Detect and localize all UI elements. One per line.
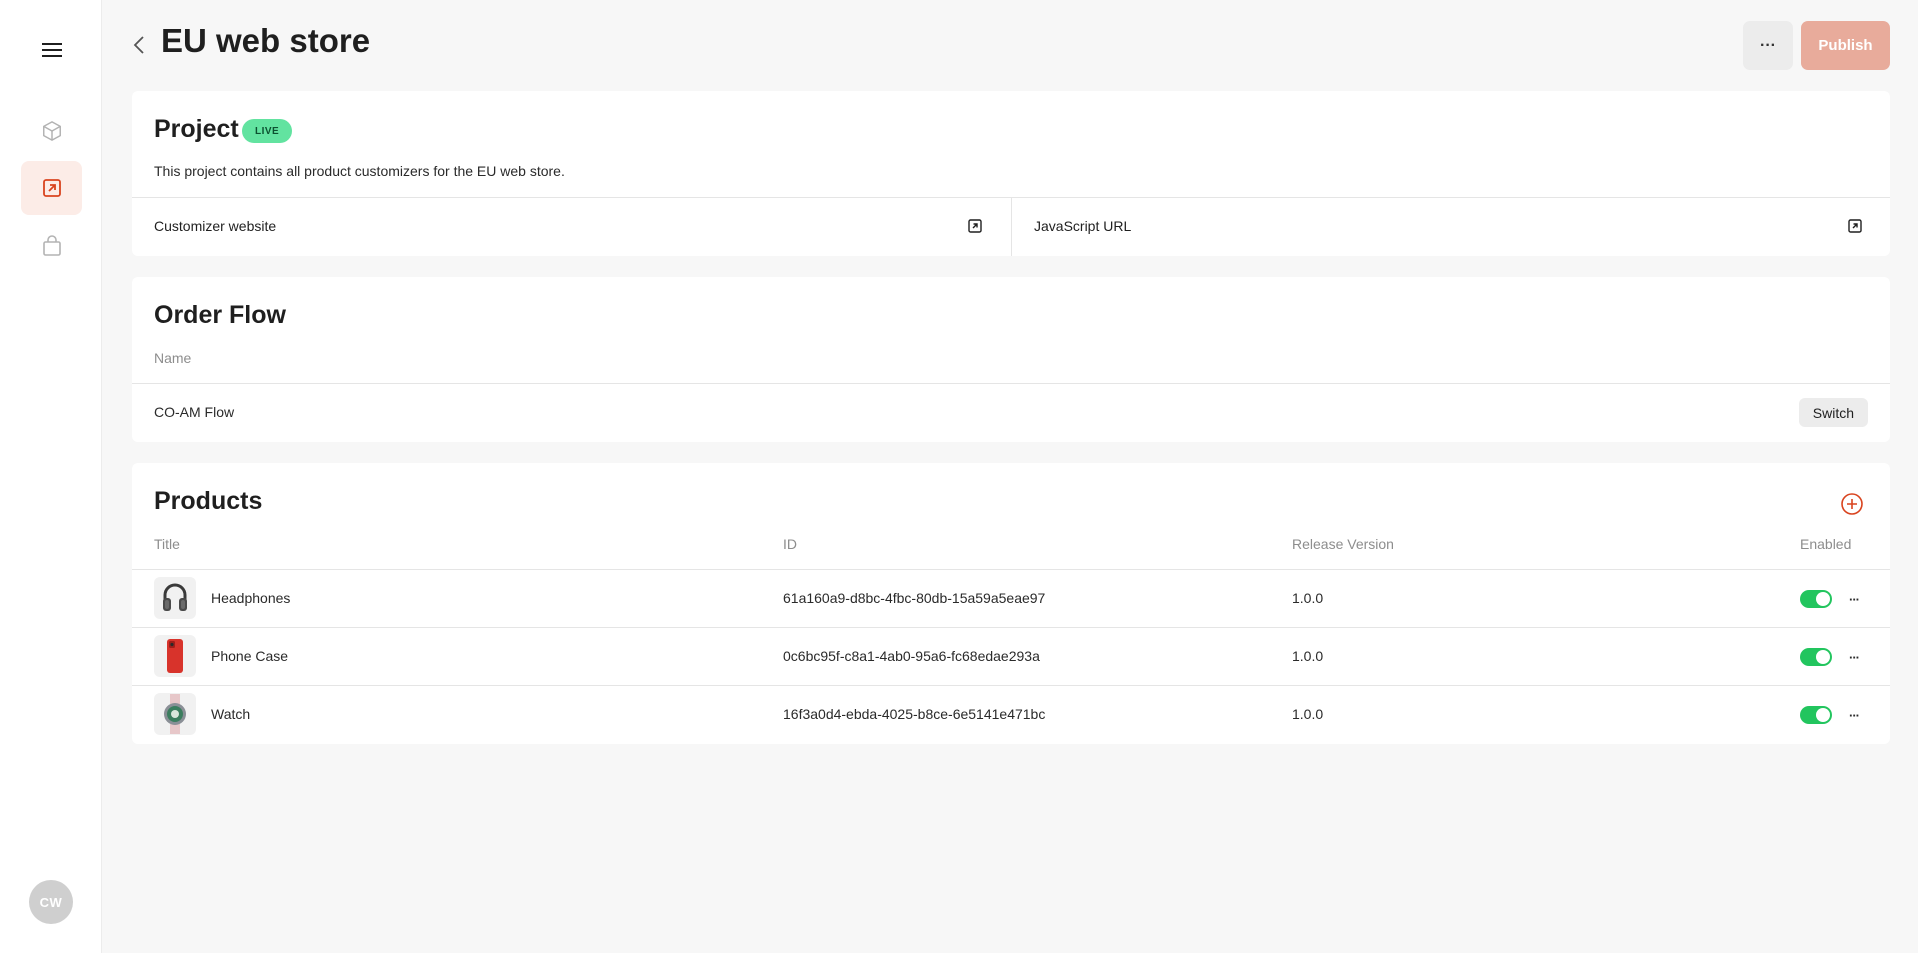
customizer-website-link[interactable]: Customizer website <box>132 197 1011 255</box>
product-id: 0c6bc95f-c8a1-4ab0-95a6-fc68edae293a <box>783 648 1040 664</box>
headphones-thumbnail <box>154 577 196 619</box>
hamburger-icon <box>41 43 62 57</box>
order-flow-name: CO-AM Flow <box>154 404 235 420</box>
project-card: Project LIVE This project contains all p… <box>132 91 1890 256</box>
product-title: Phone Case <box>211 648 289 664</box>
column-header-name: Name <box>154 350 192 366</box>
javascript-url-link[interactable]: JavaScript URL <box>1012 197 1890 255</box>
enabled-toggle[interactable] <box>1800 590 1832 608</box>
row-more-options-button[interactable]: ··· <box>1844 648 1864 666</box>
row-more-options-button[interactable]: ··· <box>1844 706 1864 724</box>
javascript-url-label: JavaScript URL <box>1034 218 1132 234</box>
product-release-version: 1.0.0 <box>1292 648 1324 664</box>
phone-case-thumbnail <box>154 635 196 677</box>
product-id: 61a160a9-d8bc-4fbc-80db-15a59a5eae97 <box>783 590 1046 606</box>
sidebar-item-projects[interactable] <box>21 161 82 215</box>
divider <box>132 383 1890 384</box>
products-heading: Products <box>154 487 263 515</box>
chevron-left-icon <box>133 36 144 54</box>
add-product-icon[interactable] <box>1840 492 1864 516</box>
watch-thumbnail <box>154 693 196 735</box>
enabled-toggle[interactable] <box>1800 706 1832 724</box>
phone-case-icon <box>167 639 183 673</box>
product-title: Headphones <box>211 590 291 606</box>
project-heading: Project <box>154 115 239 143</box>
avatar[interactable]: CW <box>29 880 73 924</box>
column-header-release: Release Version <box>1292 536 1394 552</box>
row-more-options-button[interactable]: ··· <box>1844 590 1864 608</box>
products-card: Products Title ID Release Version Enable… <box>132 463 1890 744</box>
enabled-toggle[interactable] <box>1800 648 1832 666</box>
order-flow-card: Order Flow Name CO-AM Flow Switch <box>132 277 1890 442</box>
back-button[interactable] <box>128 32 150 58</box>
column-header-enabled: Enabled <box>1800 536 1852 552</box>
product-release-version: 1.0.0 <box>1292 590 1324 606</box>
order-flow-heading: Order Flow <box>154 301 286 329</box>
table-row[interactable]: Phone Case 0c6bc95f-c8a1-4ab0-95a6-fc68e… <box>132 628 1890 685</box>
status-badge: LIVE <box>242 119 293 143</box>
publish-button[interactable]: Publish <box>1801 21 1890 70</box>
headphones-icon <box>163 583 187 611</box>
external-link-icon <box>42 179 61 197</box>
switch-flow-button[interactable]: Switch <box>1798 398 1868 427</box>
menu-button[interactable] <box>21 23 82 77</box>
sidebar-item-products[interactable] <box>21 104 82 158</box>
project-description: This project contains all product custom… <box>154 163 565 179</box>
customizer-website-label: Customizer website <box>154 218 277 234</box>
sidebar-item-orders[interactable] <box>21 219 82 273</box>
product-title: Watch <box>211 706 251 722</box>
cube-icon <box>42 121 61 141</box>
column-header-title: Title <box>154 536 180 552</box>
watch-icon <box>164 694 186 734</box>
external-link-icon <box>968 219 982 233</box>
more-options-button[interactable]: ··· <box>1743 21 1793 70</box>
table-row[interactable]: Headphones 61a160a9-d8bc-4fbc-80db-15a59… <box>132 570 1890 627</box>
sidebar: CW <box>0 0 102 953</box>
table-row[interactable]: Watch 16f3a0d4-ebda-4025-b8ce-6e5141e471… <box>132 686 1890 743</box>
external-link-icon <box>1848 219 1862 233</box>
product-id: 16f3a0d4-ebda-4025-b8ce-6e5141e471bc <box>783 706 1046 722</box>
page-title: EU web store <box>161 22 371 59</box>
product-release-version: 1.0.0 <box>1292 706 1324 722</box>
shopping-bag-icon <box>42 235 61 256</box>
column-header-id: ID <box>783 536 797 552</box>
